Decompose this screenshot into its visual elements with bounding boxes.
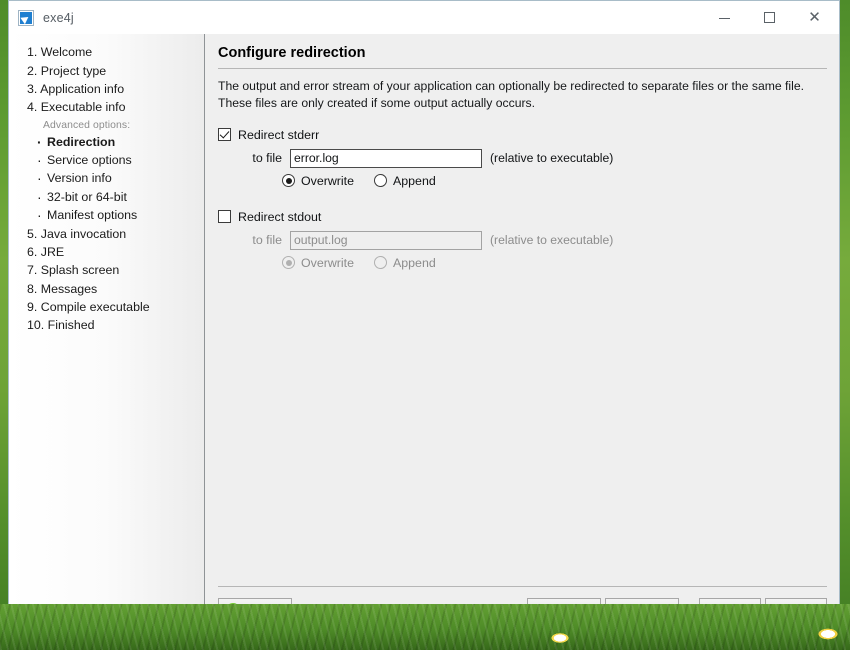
stdout-file-hint: (relative to executable)	[490, 233, 614, 248]
redirect-stdout-checkbox-row[interactable]: Redirect stdout	[218, 210, 827, 224]
sidebar-item-manifest-options[interactable]: Manifest options	[9, 206, 204, 224]
stdout-overwrite-label: Overwrite	[301, 255, 355, 270]
question-mark-icon: ?	[226, 603, 240, 617]
stderr-mode-radio-group: Overwrite Append	[218, 174, 827, 188]
sidebar-item-splash-screen[interactable]: 7. Splash screen	[9, 261, 204, 279]
cancel-button-label: Cancel	[777, 603, 815, 617]
sidebar-item-32-bit-or-64-bit[interactable]: 32-bit or 64-bit	[9, 188, 204, 206]
sidebar-item-version-info[interactable]: Version info	[9, 169, 204, 187]
sidebar-item-compile-executable[interactable]: 9. Compile executable	[9, 298, 204, 316]
page-title: Configure redirection	[218, 45, 366, 61]
title-divider	[218, 68, 827, 69]
exe4j-watermark: exe4j	[168, 627, 204, 633]
stdout-append-label: Append	[393, 255, 436, 270]
next-button[interactable]: Next	[605, 598, 679, 622]
redirect-stderr-label: Redirect stderr	[238, 127, 320, 142]
chevron-left-icon	[544, 605, 551, 615]
stdout-append-radio[interactable]	[374, 256, 388, 270]
help-button[interactable]: ? Help	[218, 598, 292, 622]
exe4j-wizard-window: exe4j ✕ 1. Welcome 2. Project type 3. Ap…	[8, 0, 840, 634]
sidebar-item-finished[interactable]: 10. Finished	[9, 316, 204, 334]
stderr-to-file-label: to file	[252, 151, 282, 166]
help-button-label: Help	[246, 603, 272, 617]
sidebar-section-advanced-options: Advanced options:	[43, 119, 131, 131]
redirect-stderr-checkbox[interactable]	[218, 128, 231, 142]
stderr-append-option[interactable]: Append	[374, 174, 436, 188]
sidebar-item-messages[interactable]: 8. Messages	[9, 280, 204, 298]
back-button-label: Back	[556, 603, 584, 617]
back-button[interactable]: Back	[527, 598, 601, 622]
window-titlebar: exe4j ✕	[9, 1, 839, 34]
image-watermark: @51CTO博客	[708, 611, 844, 635]
stderr-append-radio[interactable]	[374, 174, 388, 188]
finish-button-label: Finish	[713, 603, 747, 617]
window-controls: ✕	[702, 1, 837, 33]
window-body: 1. Welcome 2. Project type 3. Applicatio…	[9, 34, 839, 633]
stderr-overwrite-label: Overwrite	[301, 173, 355, 188]
exe4j-app-icon	[18, 9, 34, 26]
wizard-button-bar: ? Help Back Next Finish Cancel	[218, 598, 827, 633]
sidebar-item-application-info[interactable]: 3. Application info	[9, 80, 204, 98]
stderr-overwrite-option[interactable]: Overwrite	[282, 174, 354, 188]
window-title: exe4j	[43, 10, 74, 25]
redirect-stderr-checkbox-row[interactable]: Redirect stderr	[218, 128, 827, 142]
stdout-append-option[interactable]: Append	[374, 256, 436, 270]
minimize-icon[interactable]	[702, 1, 747, 33]
stderr-append-label: Append	[393, 173, 436, 188]
redirect-stderr-group: Redirect stderr to file (relative to exe…	[218, 128, 827, 192]
finish-button[interactable]: Finish	[699, 598, 761, 622]
sidebar-item-executable-info[interactable]: 4. Executable info	[9, 98, 204, 116]
wizard-step-sidebar: 1. Welcome 2. Project type 3. Applicatio…	[9, 34, 205, 633]
cancel-button[interactable]: Cancel	[765, 598, 827, 622]
sidebar-item-service-options[interactable]: Service options	[9, 151, 204, 169]
button-bar-divider	[218, 586, 827, 587]
close-icon[interactable]: ✕	[792, 1, 837, 33]
stdout-file-row: to file (relative to executable)	[218, 230, 827, 250]
stdout-overwrite-option[interactable]: Overwrite	[282, 256, 354, 270]
wizard-content-panel: Configure redirection The output and err…	[205, 34, 839, 633]
stderr-file-row: to file (relative to executable)	[218, 148, 827, 168]
maximize-icon[interactable]	[747, 1, 792, 33]
chevron-right-icon	[654, 605, 661, 615]
stdout-to-file-label: to file	[252, 233, 282, 248]
redirect-stdout-checkbox[interactable]	[218, 210, 231, 224]
sidebar-item-jre[interactable]: 6. JRE	[9, 243, 204, 261]
sidebar-item-welcome[interactable]: 1. Welcome	[9, 43, 204, 61]
stderr-overwrite-radio[interactable]	[282, 174, 295, 188]
stdout-file-input[interactable]	[290, 230, 482, 250]
sidebar-item-java-invocation[interactable]: 5. Java invocation	[9, 224, 204, 242]
desktop-background: exe4j ✕ 1. Welcome 2. Project type 3. Ap…	[0, 0, 850, 650]
stderr-file-input[interactable]	[290, 148, 482, 168]
redirect-stdout-label: Redirect stdout	[238, 209, 322, 224]
stderr-file-hint: (relative to executable)	[490, 151, 614, 166]
stdout-mode-radio-group: Overwrite Append	[218, 256, 827, 270]
stdout-overwrite-radio[interactable]	[282, 256, 295, 270]
sidebar-item-redirection[interactable]: Redirection	[9, 133, 204, 151]
redirect-stdout-group: Redirect stdout to file (relative to exe…	[218, 210, 827, 274]
page-description: The output and error stream of your appl…	[218, 79, 804, 110]
sidebar-item-project-type[interactable]: 2. Project type	[9, 61, 204, 79]
next-button-label: Next	[623, 603, 649, 617]
